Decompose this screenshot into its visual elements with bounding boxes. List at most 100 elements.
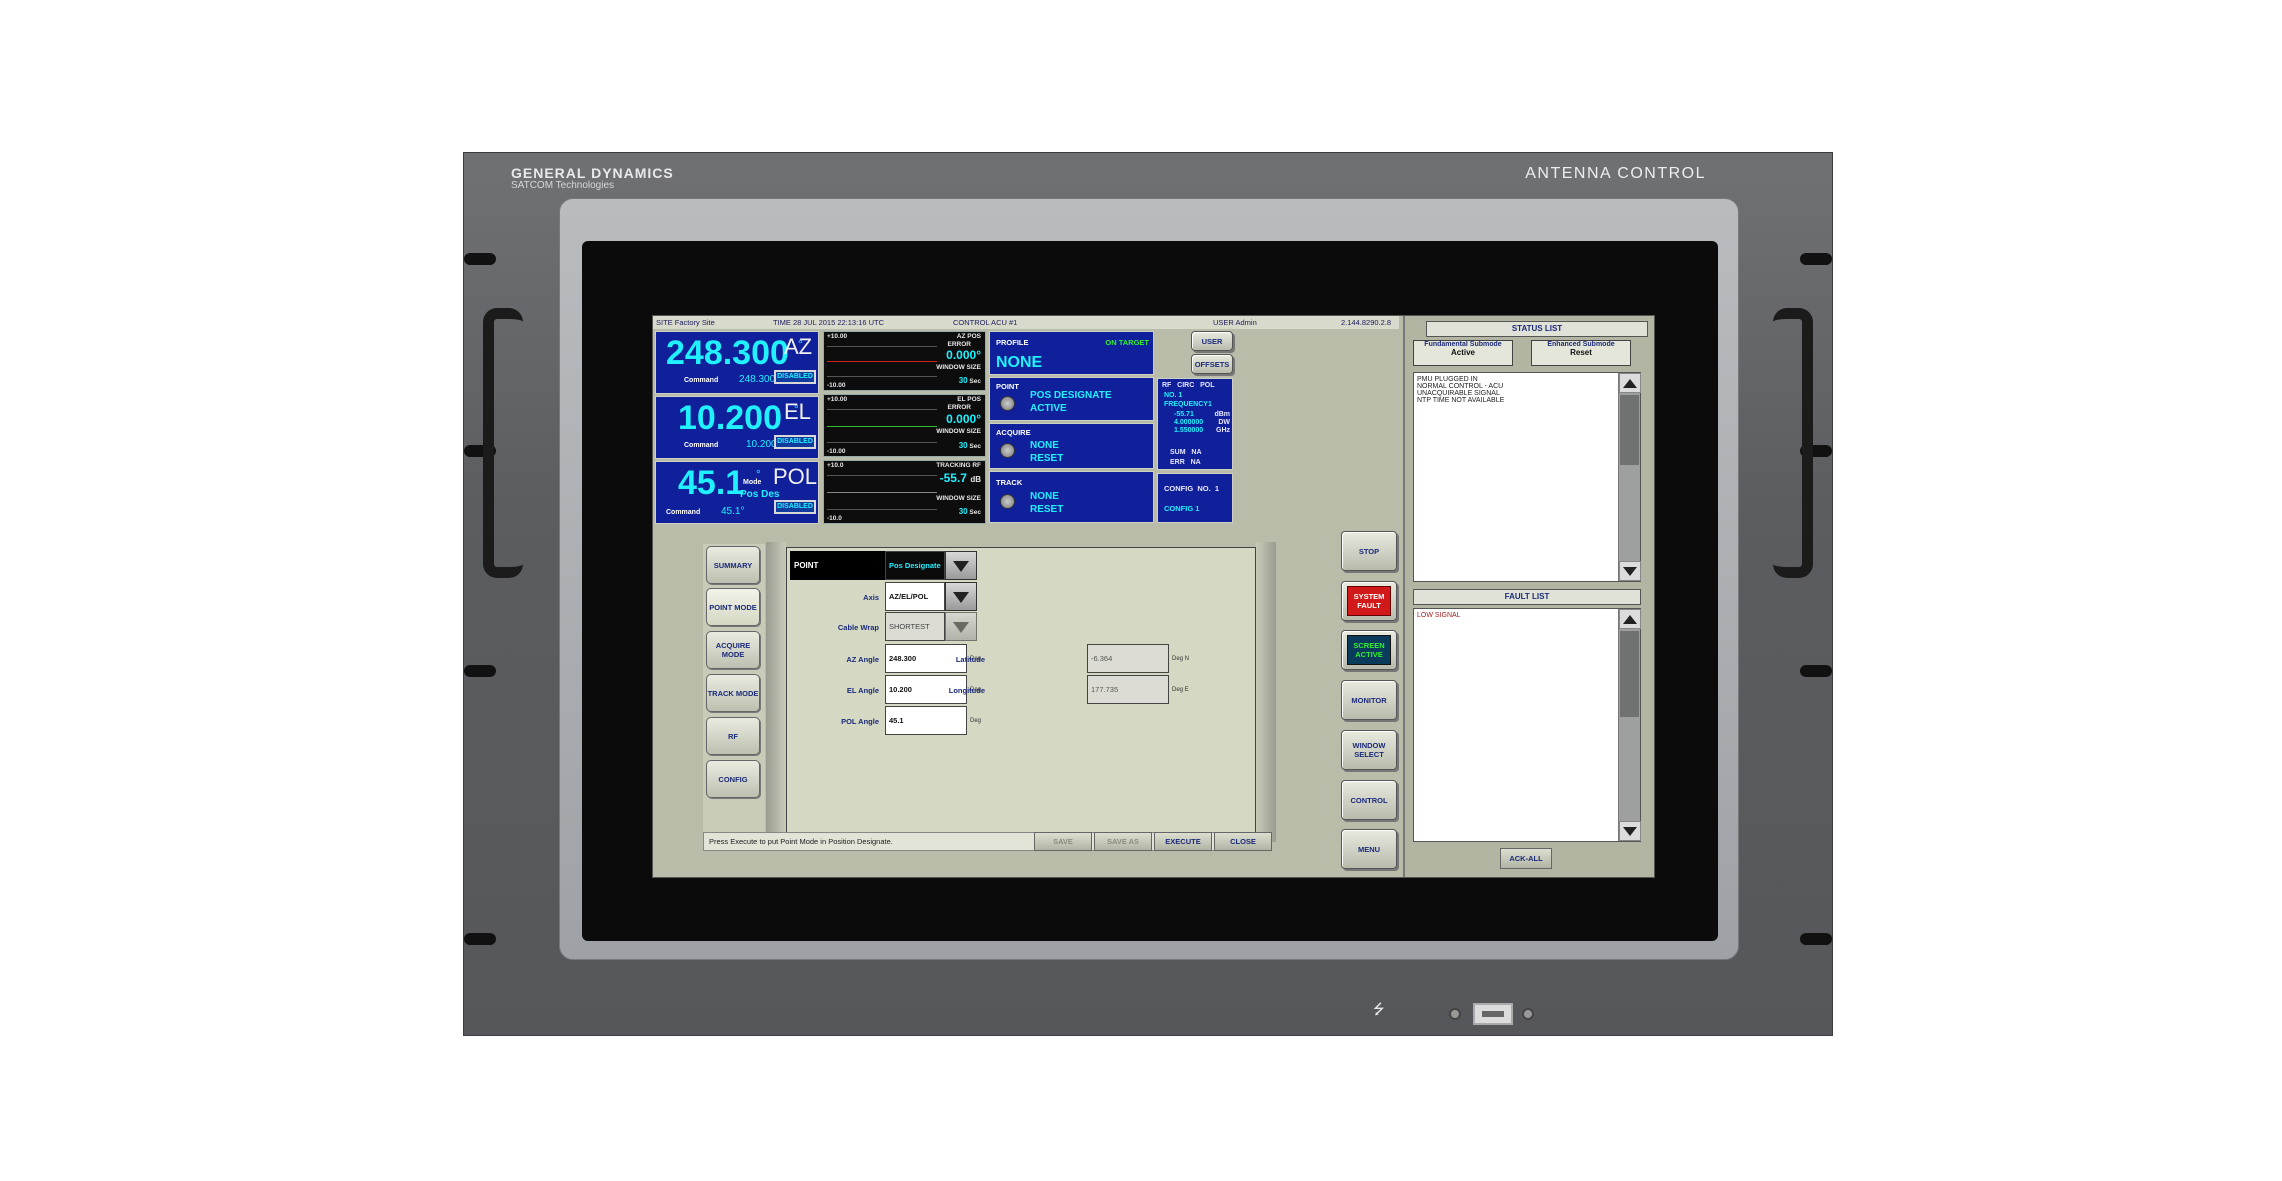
scroll-down-icon[interactable] bbox=[1619, 821, 1641, 841]
point-mode-select[interactable]: Pos Designate bbox=[885, 551, 945, 580]
close-button[interactable]: CLOSE bbox=[1214, 832, 1272, 851]
pol-angle-input[interactable]: 45.1 bbox=[885, 706, 967, 735]
track-mode-state: RESET bbox=[1030, 504, 1064, 515]
menu-button[interactable]: MENU bbox=[1341, 829, 1397, 869]
scroll-down-icon[interactable] bbox=[1619, 561, 1641, 581]
mode-tabs: SUMMARY POINT MODE ACQUIRE MODE TRACK MO… bbox=[703, 544, 765, 844]
deg-unit: Deg bbox=[970, 718, 982, 724]
az-readout-panel: 248.300 ° AZ Command 248.300° DISABLED bbox=[655, 331, 819, 394]
fault-list-title: FAULT LIST bbox=[1413, 589, 1641, 605]
scroll-up-icon[interactable] bbox=[1619, 609, 1641, 629]
list-item: LOW SIGNAL bbox=[1417, 612, 1461, 619]
screen-active-button[interactable]: SCREEN ACTIVE bbox=[1341, 630, 1397, 670]
usb-port[interactable] bbox=[1473, 1003, 1513, 1025]
list-item: NORMAL CONTROL - ACU bbox=[1417, 383, 1504, 390]
save-as-button[interactable]: SAVE AS bbox=[1094, 832, 1152, 851]
tab-point-mode[interactable]: POINT MODE bbox=[706, 588, 760, 626]
latitude-field: -6.364 bbox=[1087, 644, 1169, 673]
window-size-unit: Sec bbox=[969, 509, 981, 516]
rf-frequency-value: 1.550000 bbox=[1174, 427, 1204, 434]
scroll-thumb[interactable] bbox=[1620, 395, 1639, 465]
scroll-thumb[interactable] bbox=[1620, 631, 1639, 717]
left-handle[interactable] bbox=[483, 308, 523, 578]
site-label: SITE Factory Site bbox=[656, 318, 715, 327]
tab-rf[interactable]: RF bbox=[706, 717, 760, 755]
config-number: CONFIG NO. 1 bbox=[1164, 484, 1220, 493]
antenna-control-chassis: GENERAL DYNAMICS SATCOM Technologies ANT… bbox=[463, 152, 1833, 1036]
rf-summary-panel[interactable]: RF CIRC POL NO. 1 FREQUENCY1 -55.71 dBm 4… bbox=[1157, 378, 1233, 470]
brand-name: GENERAL DYNAMICS bbox=[511, 165, 674, 181]
window-size-label: WINDOW SIZE bbox=[936, 364, 981, 371]
status-list[interactable]: PMU PLUGGED IN NORMAL CONTROL - ACU UNAC… bbox=[1413, 372, 1641, 582]
latitude-label: Latitude bbox=[955, 655, 985, 664]
pol-enable-button[interactable]: DISABLED bbox=[774, 500, 816, 514]
chevron-down-icon[interactable] bbox=[945, 551, 977, 580]
rf-frequency-unit: GHz bbox=[1216, 427, 1230, 434]
tab-acquire-mode[interactable]: ACQUIRE MODE bbox=[706, 631, 760, 669]
command-label: Command bbox=[684, 377, 719, 384]
right-handle[interactable] bbox=[1773, 308, 1813, 578]
el-pos-error-value: 0.000° bbox=[946, 412, 981, 426]
list-item: NTP TIME NOT AVAILABLE bbox=[1417, 397, 1505, 404]
system-fault-label: SYSTEM FAULT bbox=[1347, 586, 1391, 616]
status-list-scrollbar[interactable] bbox=[1618, 373, 1641, 581]
monitor-button[interactable]: MONITOR bbox=[1341, 680, 1397, 720]
fundamental-submode: Fundamental Submode Active bbox=[1413, 340, 1513, 366]
chevron-down-icon[interactable] bbox=[945, 582, 977, 611]
rf-err: ERR NA bbox=[1170, 459, 1201, 466]
brand-sub: SATCOM Technologies bbox=[511, 180, 615, 191]
status-list-title: STATUS LIST bbox=[1426, 321, 1648, 337]
version-label: 2.144.8290.2.8 bbox=[1341, 318, 1392, 327]
usb-icon: ⭍ bbox=[1373, 1001, 1385, 1017]
el-enable-button[interactable]: DISABLED bbox=[774, 435, 816, 449]
tab-config[interactable]: CONFIG bbox=[706, 760, 760, 798]
offsets-button[interactable]: OFFSETS bbox=[1191, 354, 1233, 374]
window-size-label: WINDOW SIZE bbox=[936, 495, 981, 502]
command-label: Command bbox=[666, 509, 701, 516]
window-size-unit: Sec bbox=[969, 443, 981, 450]
rf-sum: SUM NA bbox=[1170, 449, 1202, 456]
tab-track-mode[interactable]: TRACK MODE bbox=[706, 674, 760, 712]
pol-axis-name: POL bbox=[773, 464, 818, 489]
profile-label: PROFILE bbox=[996, 338, 1029, 347]
longitude-field: 177.735 bbox=[1087, 675, 1169, 704]
system-fault-button[interactable]: SYSTEM FAULT bbox=[1341, 581, 1397, 621]
tracking-rf-plot: +10.0 -10.0 TRACKING RF -55.7 dB WINDOW … bbox=[823, 460, 986, 524]
execute-button[interactable]: EXECUTE bbox=[1154, 832, 1212, 851]
plot-bottom-limit: -10.00 bbox=[827, 382, 846, 389]
ack-all-button[interactable]: ACK-ALL bbox=[1500, 848, 1552, 869]
form-frame bbox=[1256, 542, 1276, 842]
mode-label: Mode bbox=[743, 479, 762, 486]
profile-panel[interactable]: PROFILE ON TARGET NONE bbox=[989, 331, 1154, 375]
acquire-state-panel[interactable]: ACQUIRE NONE RESET bbox=[989, 423, 1154, 469]
point-state-panel[interactable]: POINT POS DESIGNATE ACTIVE bbox=[989, 377, 1154, 421]
screen-active-label: SCREEN ACTIVE bbox=[1347, 635, 1391, 665]
cable-wrap-label: Cable Wrap bbox=[837, 623, 879, 632]
el-readout-panel: 10.200 ° EL Command 10.200° DISABLED bbox=[655, 396, 819, 459]
config-summary-panel[interactable]: CONFIG NO. 1 CONFIG 1 bbox=[1157, 473, 1233, 523]
acquire-mode-value: NONE bbox=[1030, 440, 1059, 451]
control-button[interactable]: CONTROL bbox=[1341, 780, 1397, 820]
el-pos-error-plot: +10.00 -10.00 EL POS ERROR 0.000° WINDOW… bbox=[823, 394, 986, 457]
chevron-down-icon[interactable] bbox=[945, 612, 977, 641]
plot-top-limit: +10.0 bbox=[827, 462, 844, 469]
tab-summary[interactable]: SUMMARY bbox=[706, 546, 760, 584]
window-select-button[interactable]: WINDOW SELECT bbox=[1341, 730, 1397, 770]
tracking-rf-unit: dB bbox=[970, 475, 981, 484]
point-mode-value: POS DESIGNATE bbox=[1030, 390, 1112, 401]
user-button[interactable]: USER bbox=[1191, 331, 1233, 351]
fault-list-scrollbar[interactable] bbox=[1618, 609, 1641, 841]
plot-gridline bbox=[827, 442, 937, 443]
track-state-panel[interactable]: TRACK NONE RESET bbox=[989, 471, 1154, 523]
save-button[interactable]: SAVE bbox=[1034, 832, 1092, 851]
plot-trace bbox=[827, 426, 937, 427]
fault-list[interactable]: LOW SIGNAL bbox=[1413, 608, 1641, 842]
profile-status: ON TARGET bbox=[1105, 338, 1149, 347]
plot-bottom-limit: -10.0 bbox=[827, 515, 842, 522]
scroll-up-icon[interactable] bbox=[1619, 373, 1641, 393]
stop-button[interactable]: STOP bbox=[1341, 531, 1397, 571]
cable-wrap-select[interactable]: SHORTEST bbox=[885, 612, 945, 641]
az-enable-button[interactable]: DISABLED bbox=[774, 370, 816, 384]
axis-select[interactable]: AZ/EL/POL bbox=[885, 582, 945, 611]
track-status-indicator bbox=[1000, 494, 1015, 509]
